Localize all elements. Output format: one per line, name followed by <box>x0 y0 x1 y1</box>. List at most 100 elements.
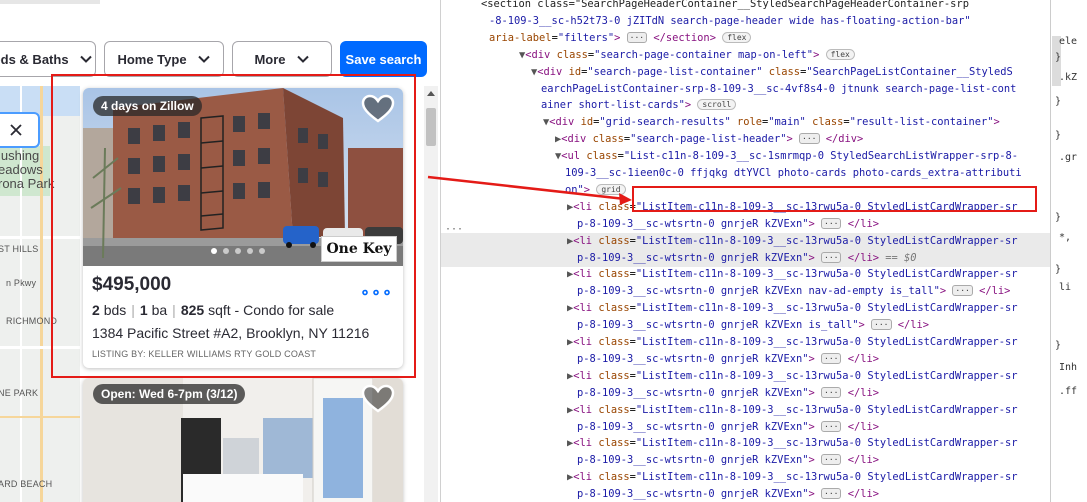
dom-token: <li <box>573 302 593 315</box>
dom-tree-line[interactable]: p-8-109-3__sc-wtsrtn-0 gnrjeR kZVExn is_… <box>441 317 1050 334</box>
close-map-button[interactable] <box>0 112 40 148</box>
dom-tree-line[interactable]: ▶<li class="ListItem-c11n-8-109-3__sc-13… <box>441 266 1050 283</box>
dom-tree-line[interactable]: ▶<li class="ListItem-c11n-8-109-3__sc-13… <box>441 300 1050 317</box>
dom-tree-line[interactable]: p-8-109-3__sc-wtsrtn-0 gnrjeR kZVExn"> ·… <box>441 216 1050 233</box>
more-filter[interactable]: More <box>232 41 332 77</box>
listing-photo[interactable]: 4 days on Zillow One Key <box>83 88 403 266</box>
dom-token: ··· <box>871 319 892 331</box>
dom-tree-line[interactable]: p-8-109-3__sc-wtsrtn-0 gnrjeR kZVExn"> ·… <box>441 385 1050 402</box>
listing-agent: LISTING BY: KELLER WILLIAMS RTY GOLD COA… <box>92 349 317 359</box>
dom-tree-line[interactable]: p-8-109-3__sc-wtsrtn-0 gnrjeR kZVExn"> ·… <box>441 351 1050 368</box>
home-type-filter[interactable]: Home Type <box>104 41 224 77</box>
dom-token: on" <box>565 183 584 196</box>
dom-token: > <box>808 251 815 264</box>
dom-token: grid <box>596 183 626 195</box>
dom-token: class <box>598 369 630 382</box>
dom-tree-line[interactable]: ▼<div class="search-page-container map-o… <box>441 47 1050 64</box>
dom-token: class <box>598 336 630 348</box>
dom-token: > <box>786 133 793 146</box>
dom-tree-line[interactable]: earchPageListContainer-srp-8-109-3__sc-4… <box>441 81 1050 98</box>
devtools-elements-panel: <section class="SearchPageHeaderContaine… <box>440 0 1050 502</box>
dom-token: > <box>808 420 815 433</box>
onekey-logo: One Key <box>321 236 397 262</box>
style-rule-fragment: .kZ <box>1059 72 1078 83</box>
dom-token: <div <box>549 116 575 129</box>
dom-tree-line[interactable]: ▶<li class="ListItem-c11n-8-109-3__sc-13… <box>441 334 1050 351</box>
dom-token: class <box>598 302 630 315</box>
listing-price: $495,000 <box>92 274 172 295</box>
dom-tree-line[interactable]: p-8-109-3__sc-wtsrtn-0 gnrjeR kZVExn"> ·… <box>441 249 1050 267</box>
dom-tree-line[interactable]: -8-109-3__sc-h52t73-0 jZITdN search-page… <box>441 13 1050 30</box>
ellipsis-icon[interactable]: ∘∘∘ <box>360 282 393 302</box>
baths-unit: ba <box>151 302 168 318</box>
dom-tree-line[interactable]: ▶<li class="ListItem-c11n-8-109-3__sc-13… <box>441 368 1050 385</box>
dom-tree-line[interactable]: p-8-109-3__sc-wtsrtn-0 gnrjeR kZVExn"> ·… <box>441 486 1050 502</box>
dom-token: > <box>614 31 621 44</box>
map-road <box>0 346 80 349</box>
chevron-down-icon <box>296 55 309 63</box>
dom-tree-line[interactable]: aria-label="filters"> ··· </section> fle… <box>441 30 1050 47</box>
dom-tree-line[interactable]: ▶<li class="ListItem-c11n-8-109-3__sc-13… <box>441 199 1050 216</box>
dom-tree-line[interactable]: ▶<li class="ListItem-c11n-8-109-3__sc-13… <box>441 435 1050 452</box>
style-rule-fragment: .gr <box>1059 152 1078 163</box>
heart-icon[interactable] <box>361 94 395 124</box>
beds-unit: bds <box>103 302 127 318</box>
photo-carousel-dots[interactable] <box>211 248 265 254</box>
listing-address[interactable]: 1384 Pacific Street #A2, Brooklyn, NY 11… <box>92 325 369 341</box>
heart-icon[interactable] <box>361 384 395 414</box>
dom-token: <div <box>525 48 551 61</box>
dom-token: "search-page-container map-on-left" <box>594 48 814 61</box>
chevron-down-icon <box>197 55 210 63</box>
dom-tree-line[interactable]: p-8-109-3__sc-wtsrtn-0 gnrjeR kZVExn nav… <box>441 283 1050 300</box>
dom-token: -8-109-3__sc-h52t73-0 jZITdN search-page… <box>489 14 971 27</box>
dom-token: class <box>768 65 801 78</box>
dom-tree-line[interactable]: ainer short-list-cards"> scroll <box>441 97 1050 114</box>
list-scrollbar[interactable] <box>424 86 438 502</box>
dom-token: p-8-109-3__sc-wtsrtn-0 gnrjeR kZVExn" <box>577 386 809 399</box>
beds-baths-filter[interactable]: eds & Baths <box>0 41 96 77</box>
save-search-button[interactable]: Save search <box>340 41 427 77</box>
listing-photo[interactable]: Open: Wed 6-7pm (3/12) <box>83 378 403 502</box>
dom-token: > <box>808 488 815 501</box>
scroll-up-arrow-icon[interactable] <box>427 91 435 96</box>
dom-token: </li> <box>847 420 879 433</box>
gutter-dots[interactable]: ··· <box>445 224 463 235</box>
dom-token: <div <box>561 133 587 146</box>
dom-tree-line[interactable]: <section class="SearchPageHeaderContaine… <box>441 0 1050 13</box>
dom-token: </li> <box>979 285 1011 298</box>
dom-tree-line[interactable]: ▼<div id="search-page-list-container" cl… <box>441 64 1050 81</box>
dom-tree-line[interactable]: on"> grid <box>441 182 1050 199</box>
dom-token: > <box>808 217 815 230</box>
dom-token: ··· <box>626 31 648 43</box>
dom-tree-line[interactable]: ▼<div id="grid-search-results" role="mai… <box>441 114 1050 131</box>
dom-token: <li <box>573 268 593 281</box>
map-label: lushing <box>0 148 40 163</box>
dom-token: "ListItem-c11n-8-109-3__sc-13rwu5a-0 Sty… <box>635 369 1018 382</box>
listing-card[interactable]: 4 days on Zillow One Key $495,000 ∘∘∘ 2 … <box>83 88 403 368</box>
dom-tree-line[interactable]: ▼<ul class="List-c11n-8-109-3__sc-1smrmq… <box>441 148 1050 165</box>
dom-tree-line[interactable]: ▶<li class="ListItem-c11n-8-109-3__sc-13… <box>441 232 1050 250</box>
dom-token: id <box>580 116 594 129</box>
style-rule-fragment: Inh <box>1059 362 1078 373</box>
dom-token: </li> <box>847 352 879 365</box>
listing-card[interactable]: Open: Wed 6-7pm (3/12) <box>83 378 403 502</box>
styles-pane: ele} .kZ}} .gr} *,} li} Inh .ff <box>1050 0 1087 502</box>
dom-tree-line[interactable]: ▶<li class="ListItem-c11n-8-109-3__sc-13… <box>441 469 1050 486</box>
dom-tree-line[interactable]: ▶<div class="search-page-list-header"> ·… <box>441 131 1050 148</box>
dom-tree-line[interactable]: p-8-109-3__sc-wtsrtn-0 gnrjeR kZVExn"> ·… <box>441 419 1050 436</box>
home-type-label: Home Type <box>117 51 187 67</box>
dom-token: > <box>939 285 947 298</box>
dom-token: ··· <box>821 420 842 432</box>
scrollbar-thumb[interactable] <box>426 108 436 146</box>
listing-facts: 2 bds | 1 ba | 825 sqft - Condo for sale <box>92 302 335 318</box>
map-label: ARD BEACH <box>0 479 53 489</box>
map-panel[interactable]: lushing eadows rona Park ST HILLS n Pkwy… <box>0 86 80 502</box>
dom-tree-line[interactable]: p-8-109-3__sc-wtsrtn-0 gnrjeR kZVExn"> ·… <box>441 452 1050 469</box>
dom-token: > <box>993 116 1000 129</box>
dom-token: </section> <box>653 31 716 44</box>
dom-token: class <box>556 48 588 61</box>
dom-token: </li> <box>847 488 879 501</box>
map-road <box>0 416 80 418</box>
dom-tree-line[interactable]: 109-3__sc-1ieen0c-0 ffjqkg dtYVCl photo-… <box>441 165 1050 182</box>
dom-tree-line[interactable]: ▶<li class="ListItem-c11n-8-109-3__sc-13… <box>441 402 1050 419</box>
